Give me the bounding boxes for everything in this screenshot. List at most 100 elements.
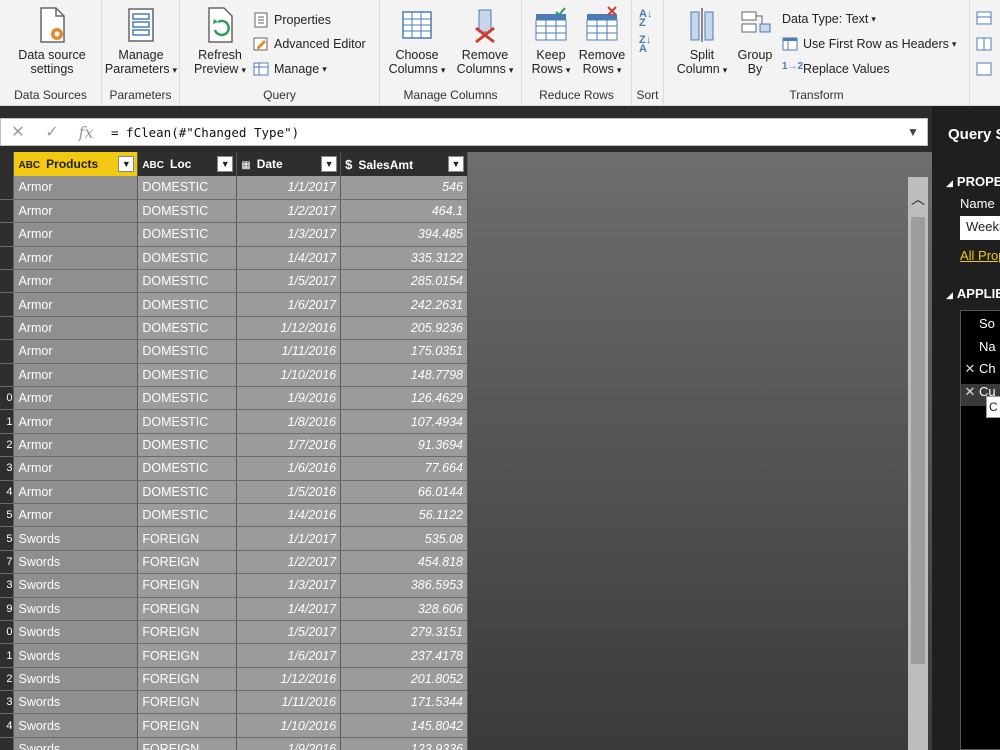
cell-products[interactable]: Swords bbox=[13, 713, 139, 738]
applied-step[interactable]: Na bbox=[961, 339, 1000, 361]
partial-ribbon-button-2[interactable] bbox=[976, 36, 997, 52]
cell-loc[interactable]: DOMESTIC bbox=[137, 199, 238, 224]
cancel-formula-icon[interactable]: ✕ bbox=[1, 122, 35, 142]
partial-ribbon-button-1[interactable] bbox=[976, 10, 997, 26]
table-row[interactable]: Armor DOMESTIC 1/10/2016 148.7798 bbox=[0, 363, 468, 388]
cell-products[interactable]: Armor bbox=[13, 409, 139, 434]
column-header-salesamt[interactable]: $ SalesAmt ▼ bbox=[340, 152, 468, 176]
table-row[interactable]: 5 Swords FOREIGN 1/1/2017 535.08 bbox=[0, 526, 468, 551]
table-row[interactable]: Armor DOMESTIC 1/3/2017 394.485 bbox=[0, 222, 468, 247]
cell-date[interactable]: 1/5/2016 bbox=[236, 480, 342, 504]
table-row[interactable]: 0 Swords FOREIGN 1/5/2017 279.3151 bbox=[0, 620, 468, 645]
cell-products[interactable]: Armor bbox=[13, 222, 139, 247]
cell-salesamt[interactable]: 107.4934 bbox=[340, 409, 468, 434]
cell-salesamt[interactable]: 237.4178 bbox=[340, 643, 468, 668]
cell-products[interactable]: Armor bbox=[13, 199, 139, 224]
cell-date[interactable]: 1/9/2016 bbox=[236, 386, 342, 411]
cell-products[interactable]: Swords bbox=[13, 620, 139, 645]
cell-date[interactable]: 1/2/2017 bbox=[236, 550, 342, 575]
cell-products[interactable]: Armor bbox=[13, 339, 139, 364]
table-row[interactable]: Armor DOMESTIC 1/1/2017 546 bbox=[0, 176, 468, 200]
row-number[interactable] bbox=[0, 292, 15, 317]
table-row[interactable]: 4 Armor DOMESTIC 1/5/2016 66.0144 bbox=[0, 480, 468, 504]
delete-step-icon[interactable]: ✕ bbox=[961, 384, 979, 400]
cell-salesamt[interactable]: 546 bbox=[340, 176, 468, 200]
cell-loc[interactable]: DOMESTIC bbox=[137, 316, 238, 341]
cell-salesamt[interactable]: 123.9336 bbox=[340, 737, 468, 750]
table-row[interactable]: 2 Armor DOMESTIC 1/7/2016 91.3694 bbox=[0, 433, 468, 458]
cell-salesamt[interactable]: 91.3694 bbox=[340, 433, 468, 458]
cell-salesamt[interactable]: 335.3122 bbox=[340, 246, 468, 271]
cell-date[interactable]: 1/12/2016 bbox=[236, 316, 342, 341]
cell-loc[interactable]: FOREIGN bbox=[137, 620, 238, 645]
row-number[interactable]: 0 bbox=[0, 620, 15, 645]
replace-values-button[interactable]: 1→2 Replace Values bbox=[782, 61, 890, 77]
cell-date[interactable]: 1/2/2017 bbox=[236, 199, 342, 224]
fx-icon[interactable]: fx bbox=[69, 123, 103, 142]
row-number[interactable]: 3 bbox=[0, 690, 15, 715]
cell-loc[interactable]: DOMESTIC bbox=[137, 222, 238, 247]
cell-loc[interactable]: DOMESTIC bbox=[137, 480, 238, 504]
cell-salesamt[interactable]: 285.0154 bbox=[340, 269, 468, 294]
query-name-field[interactable]: Week3 bbox=[960, 216, 1000, 240]
filter-dropdown-icon[interactable]: ▼ bbox=[217, 156, 234, 172]
table-row[interactable]: 0 Armor DOMESTIC 1/9/2016 126.4629 bbox=[0, 386, 468, 411]
cell-salesamt[interactable]: 205.9236 bbox=[340, 316, 468, 341]
row-number[interactable] bbox=[0, 199, 15, 224]
filter-dropdown-icon[interactable]: ▼ bbox=[448, 156, 464, 172]
cell-salesamt[interactable]: 535.08 bbox=[340, 526, 468, 551]
cell-salesamt[interactable]: 279.3151 bbox=[340, 620, 468, 645]
cell-loc[interactable]: DOMESTIC bbox=[137, 363, 238, 388]
cell-loc[interactable]: DOMESTIC bbox=[137, 456, 238, 481]
row-number[interactable]: 7 bbox=[0, 550, 15, 575]
cell-loc[interactable]: FOREIGN bbox=[137, 526, 238, 551]
cell-products[interactable]: Armor bbox=[13, 456, 139, 481]
cell-loc[interactable]: FOREIGN bbox=[137, 690, 238, 715]
cell-salesamt[interactable]: 242.2631 bbox=[340, 292, 468, 317]
properties-button[interactable]: Properties bbox=[253, 12, 331, 28]
table-row[interactable]: 1 Armor DOMESTIC 1/8/2016 107.4934 bbox=[0, 409, 468, 434]
cell-date[interactable]: 1/3/2017 bbox=[236, 222, 342, 247]
manage-button[interactable]: Manage ▾ bbox=[253, 61, 327, 77]
cell-loc[interactable]: DOMESTIC bbox=[137, 269, 238, 294]
cell-loc[interactable]: DOMESTIC bbox=[137, 433, 238, 458]
cell-date[interactable]: 1/7/2016 bbox=[236, 433, 342, 458]
table-row[interactable]: 3 Swords FOREIGN 1/3/2017 386.5953 bbox=[0, 573, 468, 598]
row-number[interactable]: 2 bbox=[0, 433, 15, 458]
advanced-editor-button[interactable]: Advanced Editor bbox=[253, 36, 366, 52]
cell-loc[interactable]: FOREIGN bbox=[137, 573, 238, 598]
cell-date[interactable]: 1/6/2017 bbox=[236, 292, 342, 317]
cell-date[interactable]: 1/4/2017 bbox=[236, 246, 342, 271]
table-row[interactable]: Armor DOMESTIC 1/4/2017 335.3122 bbox=[0, 246, 468, 271]
cell-date[interactable]: 1/6/2016 bbox=[236, 456, 342, 481]
cell-products[interactable]: Swords bbox=[13, 526, 139, 551]
row-number[interactable]: 5 bbox=[0, 526, 15, 551]
table-row[interactable]: Armor DOMESTIC 1/2/2017 464.1 bbox=[0, 199, 468, 224]
cell-products[interactable]: Armor bbox=[13, 503, 139, 528]
cell-date[interactable]: 1/11/2016 bbox=[236, 690, 342, 715]
choose-columns-button[interactable]: Choose Columns ▾ bbox=[384, 6, 450, 77]
cell-loc[interactable]: DOMESTIC bbox=[137, 292, 238, 317]
cell-date[interactable]: 1/8/2016 bbox=[236, 409, 342, 434]
cell-date[interactable]: 1/5/2017 bbox=[236, 620, 342, 645]
table-row[interactable]: 9 Swords FOREIGN 1/4/2017 328.606 bbox=[0, 597, 468, 621]
cell-loc[interactable]: DOMESTIC bbox=[137, 386, 238, 411]
cell-products[interactable]: Armor bbox=[13, 292, 139, 317]
cell-loc[interactable]: DOMESTIC bbox=[137, 503, 238, 528]
row-number[interactable] bbox=[0, 246, 15, 271]
row-number[interactable] bbox=[0, 339, 15, 364]
cell-salesamt[interactable]: 77.664 bbox=[340, 456, 468, 481]
row-number[interactable]: 4 bbox=[0, 713, 15, 738]
cell-date[interactable]: 1/1/2017 bbox=[236, 176, 342, 200]
cell-products[interactable]: Armor bbox=[13, 433, 139, 458]
cell-date[interactable]: 1/9/2016 bbox=[236, 737, 342, 750]
chevron-down-icon[interactable]: ▼ bbox=[899, 125, 927, 139]
cell-salesamt[interactable]: 394.485 bbox=[340, 222, 468, 247]
cell-salesamt[interactable]: 171.5344 bbox=[340, 690, 468, 715]
cell-products[interactable]: Swords bbox=[13, 550, 139, 575]
cell-products[interactable]: Armor bbox=[13, 386, 139, 411]
cell-date[interactable]: 1/4/2017 bbox=[236, 597, 342, 621]
row-number[interactable] bbox=[0, 269, 15, 294]
table-row[interactable]: 3 Armor DOMESTIC 1/6/2016 77.664 bbox=[0, 456, 468, 481]
row-number[interactable]: 1 bbox=[0, 409, 15, 434]
